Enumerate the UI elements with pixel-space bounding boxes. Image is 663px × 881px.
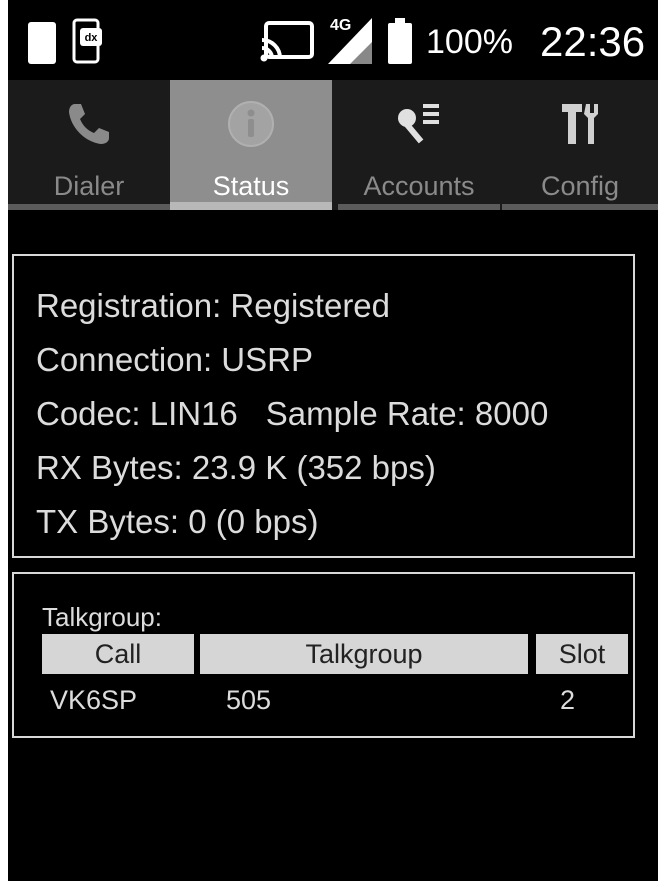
column-header-talkgroup: Talkgroup (200, 634, 528, 674)
tab-config[interactable]: Config (502, 80, 658, 210)
signal-icon: 4G (328, 17, 372, 64)
connection-status: Connection: USRP (36, 341, 313, 378)
screen: dx 4G 100% 22:36 Dialer Status Accounts … (8, 0, 658, 881)
clock: 22:36 (540, 18, 646, 65)
svg-text:dx: dx (85, 32, 99, 44)
battery-percent: 100% (426, 23, 513, 61)
talkgroup-title: Talkgroup: (42, 602, 162, 632)
tab-accounts-label: Accounts (363, 171, 475, 201)
sample-rate-value: Sample Rate: 8000 (265, 395, 549, 432)
cell-call: VK6SP (50, 685, 138, 715)
svg-text:4G: 4G (330, 17, 351, 34)
status-bar: dx 4G 100% 22:36 (8, 0, 658, 80)
info-icon (228, 101, 274, 147)
tab-status-label: Status (212, 171, 290, 201)
cast-icon (260, 21, 314, 62)
cell-slot: 2 (560, 685, 576, 715)
column-header-slot: Slot (536, 634, 628, 674)
key-list-icon (398, 104, 439, 144)
radio-app-icon: dx (72, 18, 102, 64)
cell-talkgroup: 505 (226, 685, 272, 715)
phone-icon (69, 104, 109, 144)
column-header-call: Call (42, 634, 194, 674)
tab-dialer[interactable]: Dialer (8, 80, 170, 210)
codec-line: Codec: LIN16 Sample Rate: 8000 (36, 394, 548, 434)
talkgroup-panel: Talkgroup: Call Talkgroup Slot VK6SP 505… (12, 572, 635, 738)
sd-card-icon (28, 22, 56, 64)
tools-icon (562, 104, 598, 144)
tab-dialer-label: Dialer (53, 171, 125, 201)
tx-bytes: TX Bytes: 0 (0 bps) (36, 503, 319, 540)
registration-status: Registration: Registered (36, 287, 391, 324)
tab-bar: Dialer Status Accounts Config (8, 80, 658, 210)
tab-accounts[interactable]: Accounts (338, 80, 500, 210)
tab-config-label: Config (540, 171, 620, 201)
status-panel: Registration: Registered Connection: USR… (12, 254, 635, 558)
tab-status[interactable]: Status (170, 80, 332, 210)
codec-value: Codec: LIN16 (36, 395, 238, 432)
rx-bytes: RX Bytes: 23.9 K (352 bps) (36, 449, 436, 486)
battery-icon (388, 18, 412, 64)
